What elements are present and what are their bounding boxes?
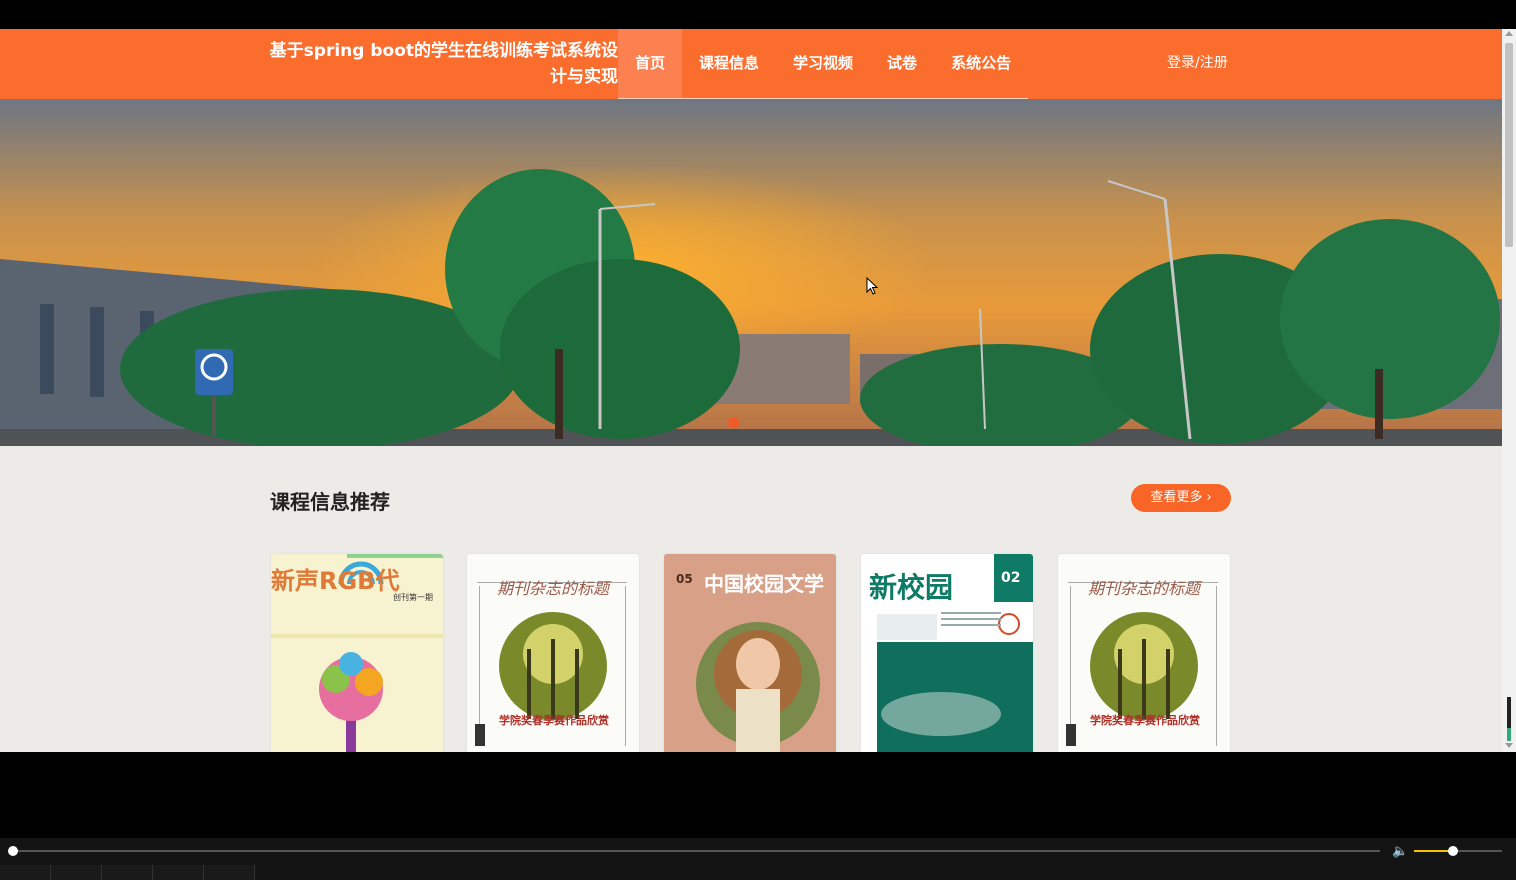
section-title: 课程信息推荐 xyxy=(270,490,390,514)
scroll-position-indicator xyxy=(1507,697,1511,741)
course-card-2[interactable]: 期刊杂志的标题 学院奖春季赛作品欣赏 xyxy=(467,554,639,752)
cover-title: 期刊杂志的标题 xyxy=(1088,579,1201,598)
cover-title: 期刊杂志的标题 xyxy=(497,579,610,598)
view-more-button[interactable]: 查看更多 › xyxy=(1131,484,1231,512)
course-card-5[interactable]: 期刊杂志的标题 学院奖春季赛作品欣赏 xyxy=(1058,554,1230,752)
video-player-controls: 🔈 xyxy=(0,838,1516,880)
chevron-right-icon: › xyxy=(1206,490,1212,505)
cover-title: 新声RGB代 xyxy=(271,567,400,595)
nav-home[interactable]: 首页 xyxy=(618,29,683,98)
cover-title: 新校园 xyxy=(869,571,954,604)
scroll-up-arrow-icon[interactable] xyxy=(1505,31,1513,36)
volume-handle[interactable] xyxy=(1448,846,1458,856)
vertical-scrollbar[interactable] xyxy=(1502,29,1516,752)
cover-subtitle: 创刊第一期 xyxy=(393,593,433,602)
mouse-cursor-icon xyxy=(866,277,878,295)
player-button[interactable] xyxy=(51,865,102,880)
browser-viewport: 基于spring boot的学生在线训练考试系统设计与实现 首页 课程信息 学习… xyxy=(0,29,1516,752)
scroll-down-arrow-icon[interactable] xyxy=(1505,743,1513,748)
volume-icon[interactable]: 🔈 xyxy=(1392,844,1408,859)
cover-title: 中国校园文学 xyxy=(704,572,824,596)
site-header: 基于spring boot的学生在线训练考试系统设计与实现 首页 课程信息 学习… xyxy=(0,29,1502,99)
player-button[interactable] xyxy=(204,865,255,880)
cover-subtitle: 02 xyxy=(1001,570,1021,586)
seek-bar[interactable] xyxy=(14,850,1380,852)
nav-exam-paper[interactable]: 试卷 xyxy=(870,29,934,98)
site-title: 基于spring boot的学生在线训练考试系统设计与实现 xyxy=(269,41,618,87)
cover-subtitle: 学院奖春季赛作品欣赏 xyxy=(499,714,609,727)
seek-handle[interactable] xyxy=(8,846,18,856)
cover-subtitle: 学院奖春季赛作品欣赏 xyxy=(1090,714,1200,727)
nav-course-info[interactable]: 课程信息 xyxy=(682,29,776,98)
hero-banner[interactable] xyxy=(0,99,1502,446)
course-card-3[interactable]: 中国校园文学 05 xyxy=(664,554,836,752)
player-button[interactable] xyxy=(153,865,204,880)
scrollbar-thumb[interactable] xyxy=(1505,43,1513,247)
carousel-dot[interactable] xyxy=(728,417,739,428)
banner-campus-image xyxy=(0,99,1502,446)
nav-study-video[interactable]: 学习视频 xyxy=(776,29,870,98)
course-card-4[interactable]: 新校园 02 xyxy=(861,554,1033,752)
player-button-row xyxy=(0,865,255,880)
volume-level xyxy=(1414,850,1452,852)
cover-subtitle: 05 xyxy=(676,572,693,586)
view-more-label: 查看更多 xyxy=(1150,490,1203,505)
main-nav: 首页 课程信息 学习视频 试卷 系统公告 xyxy=(618,29,1029,99)
course-card-1[interactable]: 新声RGB代 创刊第一期 xyxy=(271,554,443,752)
nav-announcement[interactable]: 系统公告 xyxy=(934,29,1028,98)
player-button[interactable] xyxy=(0,865,51,880)
player-button[interactable] xyxy=(102,865,153,880)
login-register-link[interactable]: 登录/注册 xyxy=(1167,52,1228,72)
